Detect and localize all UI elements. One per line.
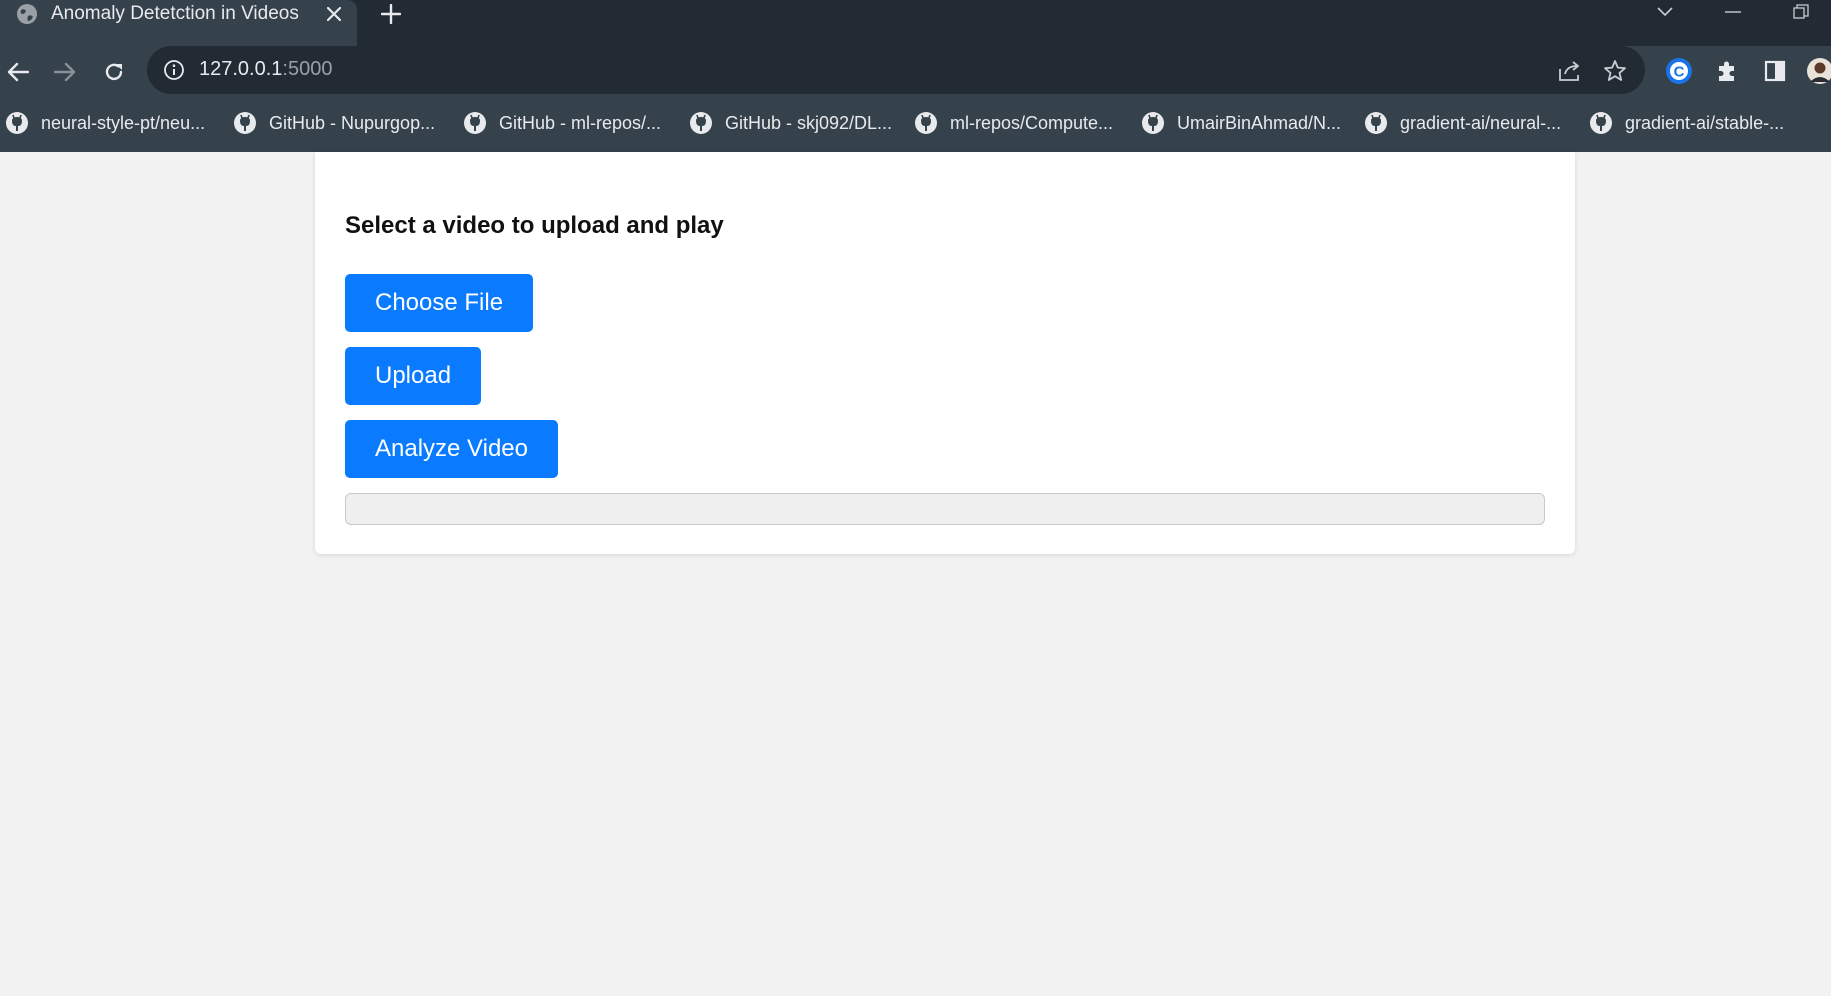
bookmark-item[interactable]: UmairBinAhmad/N... bbox=[1141, 106, 1341, 140]
github-icon bbox=[1365, 112, 1387, 134]
tab-title: Anomaly Detetction in Videos bbox=[51, 3, 299, 24]
bookmark-label: GitHub - ml-repos/... bbox=[499, 112, 662, 133]
bookmark-label: UmairBinAhmad/N... bbox=[1177, 112, 1342, 133]
close-tab-icon[interactable] bbox=[322, 2, 346, 26]
reload-icon[interactable] bbox=[100, 58, 128, 86]
bookmarks-bar: neural-style-pt/neu... GitHub - Nupurgop… bbox=[0, 106, 1831, 140]
site-info-icon[interactable] bbox=[163, 59, 185, 81]
github-icon bbox=[6, 112, 28, 134]
minimize-icon[interactable] bbox=[1718, 0, 1748, 24]
github-icon bbox=[1142, 112, 1164, 134]
url-text[interactable]: 127.0.0.1:5000 bbox=[199, 58, 332, 81]
bookmark-item[interactable]: ml-repos/Compute... bbox=[914, 106, 1113, 140]
new-tab-icon[interactable] bbox=[378, 1, 404, 27]
bookmark-label: ml-repos/Compute... bbox=[950, 112, 1114, 133]
restore-icon[interactable] bbox=[1786, 0, 1816, 24]
puzzle-extensions-icon[interactable] bbox=[1713, 57, 1741, 85]
bookmark-label: gradient-ai/neural-... bbox=[1400, 112, 1562, 133]
profile-avatar[interactable] bbox=[1806, 57, 1831, 85]
bookmark-item[interactable]: GitHub - ml-repos/... bbox=[463, 106, 661, 140]
choose-file-button[interactable]: Choose File bbox=[345, 274, 534, 332]
upload-card: Select a video to upload and play Choose… bbox=[315, 152, 1575, 554]
page-body: Select a video to upload and play Choose… bbox=[0, 152, 1831, 996]
github-icon bbox=[690, 112, 712, 134]
bookmark-label: GitHub - skj092/DL... bbox=[725, 112, 893, 133]
forward-arrow-icon[interactable] bbox=[51, 58, 79, 86]
page-heading: Select a video to upload and play bbox=[345, 212, 724, 239]
github-icon bbox=[234, 112, 256, 134]
tab-search-chevron-icon[interactable] bbox=[1650, 0, 1680, 24]
github-icon bbox=[1590, 112, 1612, 134]
bookmark-star-icon[interactable] bbox=[1602, 58, 1628, 84]
progress-bar bbox=[345, 493, 1545, 525]
browser-toolbar: 127.0.0.1:5000 bbox=[0, 46, 1831, 96]
bookmark-label: neural-style-pt/neu... bbox=[41, 112, 206, 133]
bookmark-item[interactable]: gradient-ai/stable-... bbox=[1589, 106, 1784, 140]
github-icon bbox=[915, 112, 937, 134]
browser-chrome: Anomaly Detetction in Videos 127.0.0.1:5… bbox=[0, 0, 1831, 152]
bookmark-item[interactable]: gradient-ai/neural-... bbox=[1364, 106, 1561, 140]
globe-icon bbox=[16, 3, 38, 25]
address-bar[interactable]: 127.0.0.1:5000 bbox=[147, 46, 1645, 94]
tab-strip: Anomaly Detetction in Videos bbox=[0, 0, 1831, 46]
url-host: 127.0.0.1 bbox=[199, 58, 283, 80]
back-arrow-icon[interactable] bbox=[4, 58, 32, 86]
bookmark-label: gradient-ai/stable-... bbox=[1625, 112, 1785, 133]
bookmark-item[interactable]: GitHub - Nupurgop... bbox=[233, 106, 435, 140]
bookmark-item[interactable]: GitHub - skj092/DL... bbox=[689, 106, 892, 140]
upload-button[interactable]: Upload bbox=[345, 347, 482, 405]
github-icon bbox=[464, 112, 486, 134]
analyze-video-button[interactable]: Analyze Video bbox=[345, 420, 558, 478]
svg-text:C: C bbox=[1674, 64, 1685, 81]
url-port: :5000 bbox=[282, 58, 333, 80]
side-panel-icon[interactable] bbox=[1761, 57, 1789, 85]
bookmark-item[interactable]: neural-style-pt/neu... bbox=[5, 106, 205, 140]
share-icon[interactable] bbox=[1557, 58, 1583, 84]
bookmark-label: GitHub - Nupurgop... bbox=[269, 112, 436, 133]
extension-c-icon[interactable]: C bbox=[1665, 57, 1693, 85]
browser-tab[interactable]: Anomaly Detetction in Videos bbox=[0, 0, 357, 46]
